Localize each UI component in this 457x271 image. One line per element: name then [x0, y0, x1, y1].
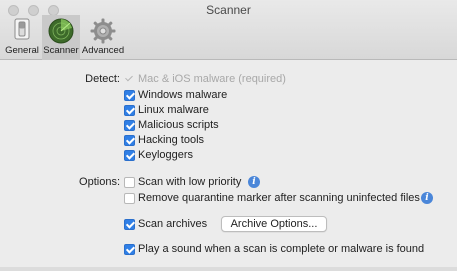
- option-low-priority[interactable]: Scan with low priority: [138, 176, 241, 188]
- window-bottom-edge: [0, 267, 457, 271]
- tab-scanner[interactable]: Scanner: [42, 15, 80, 60]
- checkbox-linux-malware[interactable]: [124, 105, 135, 116]
- checkbox-play-sound[interactable]: [124, 244, 135, 255]
- option-mac-ios-malware: Mac & iOS malware (required): [138, 73, 286, 85]
- options-label: Options:: [79, 176, 120, 188]
- checkbox-scan-archives[interactable]: [124, 219, 135, 230]
- tab-advanced[interactable]: Advanced: [80, 15, 126, 60]
- checkbox-remove-quarantine[interactable]: [124, 193, 135, 204]
- tab-scanner-label: Scanner: [43, 45, 79, 56]
- info-icon-quarantine[interactable]: i: [421, 192, 433, 204]
- checkbox-windows-malware[interactable]: [124, 90, 135, 101]
- checkbox-malicious-scripts[interactable]: [124, 120, 135, 131]
- option-linux-malware[interactable]: Linux malware: [138, 104, 209, 116]
- preferences-window: Scanner General Scanner Advanced Detect:…: [0, 0, 457, 271]
- option-play-sound[interactable]: Play a sound when a scan is complete or …: [138, 243, 424, 255]
- option-hacking-tools[interactable]: Hacking tools: [138, 134, 204, 146]
- option-keyloggers[interactable]: Keyloggers: [138, 149, 193, 161]
- option-windows-malware[interactable]: Windows malware: [138, 89, 227, 101]
- tab-general-label: General: [5, 45, 39, 56]
- general-switch-icon: [14, 18, 30, 40]
- option-malicious-scripts[interactable]: Malicious scripts: [138, 119, 219, 131]
- archive-options-button[interactable]: Archive Options...: [221, 216, 327, 232]
- checkbox-keyloggers[interactable]: [124, 150, 135, 161]
- option-scan-archives[interactable]: Scan archives: [138, 218, 207, 230]
- checkbox-hacking-tools[interactable]: [124, 135, 135, 146]
- checkbox-low-priority[interactable]: [124, 177, 135, 188]
- info-icon-low-priority[interactable]: i: [248, 176, 260, 188]
- tab-general[interactable]: General: [2, 15, 42, 60]
- gear-icon: [90, 18, 116, 44]
- checkbox-mac-ios-malware: [124, 74, 135, 85]
- radar-icon: [48, 18, 74, 44]
- title-bar: Scanner General Scanner Advanced: [0, 0, 457, 60]
- option-remove-quarantine[interactable]: Remove quarantine marker after scanning …: [138, 192, 420, 204]
- detect-label: Detect:: [85, 73, 120, 85]
- tab-advanced-label: Advanced: [81, 45, 125, 56]
